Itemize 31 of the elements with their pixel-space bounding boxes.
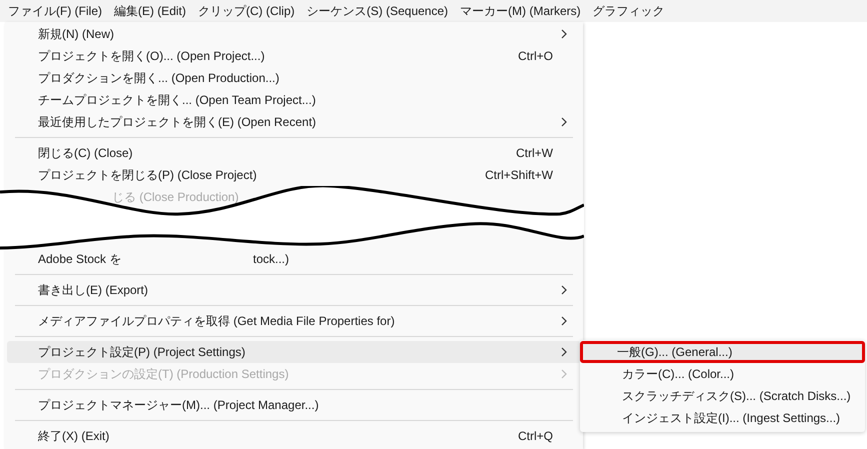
menu-item[interactable]: 閉じる(C) (Close) Ctrl+W xyxy=(7,142,581,164)
menu-item-fragment: じる (Close Production) xyxy=(112,189,239,206)
menu-bar-item[interactable]: シーケンス(S) (Sequence) xyxy=(300,2,454,20)
menu-bar-item[interactable]: 編集(E) (Edit) xyxy=(108,2,192,20)
menu-item[interactable]: プロジェクトマネージャー(M)... (Project Manager...) xyxy=(7,394,581,416)
menu-item[interactable]: プロジェクト設定(P) (Project Settings) xyxy=(7,341,581,363)
menu-bar-item[interactable]: グラフィック xyxy=(586,2,671,20)
menu-bar-item[interactable]: クリップ(C) (Clip) xyxy=(192,2,301,20)
chevron-right-icon xyxy=(561,117,567,127)
submenu-item[interactable]: カラー(C)... (Color...) xyxy=(582,363,863,385)
chevron-right-icon xyxy=(561,285,567,295)
chevron-right-icon xyxy=(561,316,567,326)
submenu-item[interactable]: スクラッチディスク(S)... (Scratch Disks...) xyxy=(582,385,863,407)
chevron-right-icon xyxy=(561,29,567,39)
submenu-item[interactable]: 一般(G)... (General...) xyxy=(580,341,865,363)
menu-item[interactable]: 書き出し(E) (Export) xyxy=(7,279,581,301)
menu-item[interactable]: プロジェクトを閉じる(P) (Close Project) Ctrl+Shift+W xyxy=(7,164,581,186)
menu-bar-item[interactable]: マーカー(M) (Markers) xyxy=(454,2,587,20)
menu-item[interactable]: メディアファイルプロパティを取得 (Get Media File Properties for) xyxy=(7,310,581,332)
menu-item[interactable]: 終了(X) (Exit) Ctrl+Q xyxy=(7,425,581,447)
submenu-item[interactable]: インジェスト設定(I)... (Ingest Settings...) xyxy=(582,407,863,429)
menu-item[interactable]: 最近使用したプロジェクトを開く(E) (Open Recent) xyxy=(7,111,581,133)
chevron-right-icon xyxy=(561,369,567,379)
menu-bar-item[interactable]: ファイル(F) (File) xyxy=(2,2,108,20)
menu-item[interactable]: プロジェクトを開く(O)... (Open Project...) Ctrl+O xyxy=(7,45,581,67)
chevron-right-icon xyxy=(561,347,567,357)
menu-item[interactable]: 新規(N) (New) xyxy=(7,23,581,45)
menu-item-fragment: tock...) xyxy=(253,251,290,268)
menu-item[interactable]: プロダクションを開く... (Open Production...) xyxy=(7,67,581,89)
menu-item[interactable]: チームプロジェクトを開く... (Open Team Project...) xyxy=(7,89,581,111)
menu-item-fragment: Adobe Stock を xyxy=(38,251,122,268)
